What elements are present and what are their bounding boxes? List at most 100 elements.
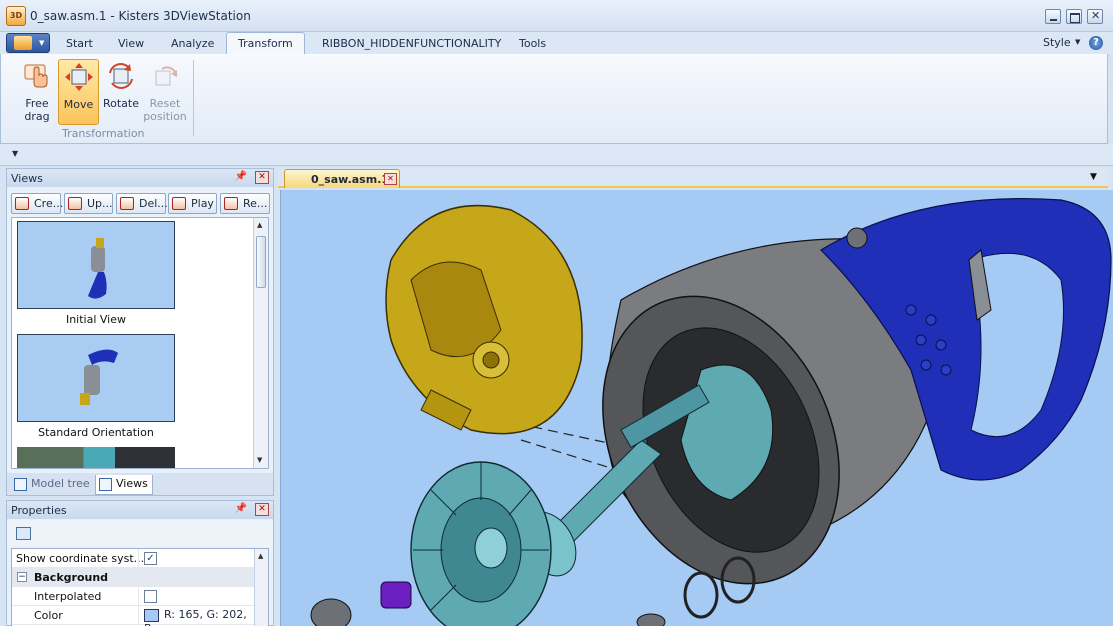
property-name: Color — [34, 609, 63, 622]
document-tab-bar: 0_saw.asm.1 ✕ ▼ — [278, 168, 1108, 188]
column-divider — [138, 606, 139, 624]
color-swatch[interactable] — [144, 608, 159, 622]
move-arrows-icon — [64, 63, 93, 91]
color-value: R: 165, G: 202, B: ... — [144, 608, 247, 626]
saw-assembly-model — [310, 197, 1112, 626]
move-button[interactable]: Move — [58, 59, 99, 125]
tab-views[interactable]: Views — [95, 475, 153, 495]
reset-position-button[interactable]: Reset position — [142, 59, 188, 125]
play-icon — [172, 197, 186, 210]
property-row-show-coordinate-system[interactable]: Show coordinate syst... ✓ — [12, 549, 255, 568]
tab-model-tree[interactable]: Model tree — [11, 475, 93, 495]
application-menu-button[interactable]: ▼ — [6, 33, 50, 53]
view-thumbnail-standard[interactable] — [17, 334, 175, 422]
create-view-label: Cre... — [34, 197, 64, 210]
collapse-icon[interactable]: − — [17, 572, 27, 582]
maximize-button[interactable] — [1066, 9, 1082, 24]
reset-icon — [155, 66, 177, 86]
create-view-button[interactable]: Cre... — [11, 193, 64, 214]
column-divider — [138, 549, 139, 567]
delete-view-button[interactable]: Del... — [116, 193, 168, 214]
interpolated-checkbox[interactable] — [144, 589, 157, 603]
customize-toolbar-icon[interactable]: ▼ — [12, 149, 18, 158]
update-view-label: Up... — [87, 197, 113, 210]
app-logo-icon[interactable]: 3D — [6, 6, 26, 26]
3d-viewport[interactable] — [280, 190, 1113, 626]
copy-icon[interactable] — [16, 527, 31, 540]
rename-view-button[interactable]: Re... — [220, 193, 270, 214]
style-menu[interactable]: Style — [1043, 36, 1071, 49]
create-view-icon — [15, 197, 29, 210]
free-drag-button[interactable]: Free drag — [19, 59, 55, 125]
column-divider — [138, 587, 139, 605]
property-name: Interpolated — [34, 590, 102, 603]
close-button[interactable] — [1087, 9, 1103, 24]
delete-view-label: Del... — [139, 197, 168, 210]
tab-start[interactable]: Start — [66, 37, 93, 50]
nut-part — [636, 613, 666, 626]
property-group-background[interactable]: − Background — [12, 568, 255, 587]
property-row-interpolated[interactable]: Interpolated — [12, 587, 255, 606]
help-icon[interactable]: ? — [1089, 36, 1103, 50]
title-bar: 3D 0_saw.asm.1 - Kisters 3DViewStation — [0, 0, 1113, 32]
close-icon[interactable]: ✕ — [255, 171, 269, 184]
minimize-button[interactable] — [1045, 9, 1061, 24]
view-thumbnail-initial[interactable] — [17, 221, 175, 309]
properties-panel-title: Properties — [11, 504, 67, 517]
play-label: Play — [191, 197, 214, 210]
tab-ribbon-hiddenfunctionality[interactable]: RIBBON_HIDDENFUNCTIONALITY — [322, 37, 501, 50]
tab-view[interactable]: View — [118, 37, 144, 50]
properties-toolbar — [7, 521, 273, 547]
purple-bushing-part — [380, 581, 412, 609]
views-tab-label: Views — [116, 477, 148, 490]
view-thumbnail-partial[interactable] — [17, 447, 175, 468]
chevron-down-icon: ▼ — [39, 39, 45, 47]
scroll-up-icon[interactable]: ▲ — [258, 552, 263, 560]
tab-tools[interactable]: Tools — [519, 37, 546, 50]
rotate-button[interactable]: Rotate — [101, 59, 141, 125]
scroll-up-icon[interactable]: ▲ — [257, 221, 262, 229]
rename-view-icon — [224, 197, 238, 210]
ribbon-group-separator — [193, 60, 194, 136]
free-drag-label-1: Free — [25, 97, 49, 110]
close-icon[interactable]: ✕ — [255, 503, 269, 516]
bearing-part — [310, 598, 352, 626]
property-row-color[interactable]: Color R: 165, G: 202, B: ... — [12, 606, 255, 626]
cooling-fan-part — [410, 461, 552, 626]
reset-label-2: position — [143, 110, 187, 123]
views-list: Initial View Standard Orientation ▲ ▼ — [11, 217, 269, 469]
ribbon-tab-row: ▼ Start View Analyze Transform RIBBON_HI… — [0, 32, 1113, 55]
views-panel-title: Views — [11, 172, 43, 185]
delete-view-icon — [120, 197, 134, 210]
model-tree-label: Model tree — [31, 477, 90, 490]
gold-housing-part — [385, 204, 583, 435]
scrollbar-thumb[interactable] — [256, 236, 266, 288]
properties-panel: Properties 📌 ✕ Show coordinate syst... ✓… — [6, 500, 274, 626]
close-icon[interactable]: ✕ — [384, 173, 397, 185]
properties-scrollbar[interactable]: ▲ — [254, 549, 268, 626]
move-label: Move — [63, 98, 94, 111]
model-tree-icon — [14, 478, 27, 491]
quick-access-toolbar: ▼ — [0, 144, 1113, 166]
views-scrollbar[interactable]: ▲ ▼ — [253, 218, 268, 468]
left-panel-tabs: Model tree Views — [7, 473, 273, 495]
pin-icon[interactable]: 📌 — [235, 503, 247, 514]
play-views-button[interactable]: Play — [168, 193, 217, 214]
views-icon — [99, 478, 112, 491]
chevron-down-icon[interactable]: ▼ — [1075, 38, 1080, 46]
document-tab[interactable]: 0_saw.asm.1 ✕ — [284, 169, 400, 188]
view-label-standard[interactable]: Standard Orientation — [17, 426, 175, 439]
documents-dropdown-icon[interactable]: ▼ — [1090, 172, 1097, 182]
show-coordinate-system-checkbox[interactable]: ✓ — [144, 551, 157, 565]
properties-grid: Show coordinate syst... ✓ − Background I… — [11, 548, 269, 626]
pin-icon[interactable]: 📌 — [235, 171, 247, 182]
scroll-down-icon[interactable]: ▼ — [257, 456, 262, 464]
views-panel: Views 📌 ✕ Cre... Up... Del... Play Re...… — [6, 168, 274, 496]
saw-thumbnail-icon — [80, 349, 118, 405]
view-label-initial[interactable]: Initial View — [17, 313, 175, 326]
tab-transform[interactable]: Transform — [226, 32, 305, 55]
free-drag-label-2: drag — [24, 110, 50, 123]
reset-label-1: Reset — [149, 97, 181, 110]
update-view-button[interactable]: Up... — [64, 193, 113, 214]
tab-analyze[interactable]: Analyze — [171, 37, 214, 50]
